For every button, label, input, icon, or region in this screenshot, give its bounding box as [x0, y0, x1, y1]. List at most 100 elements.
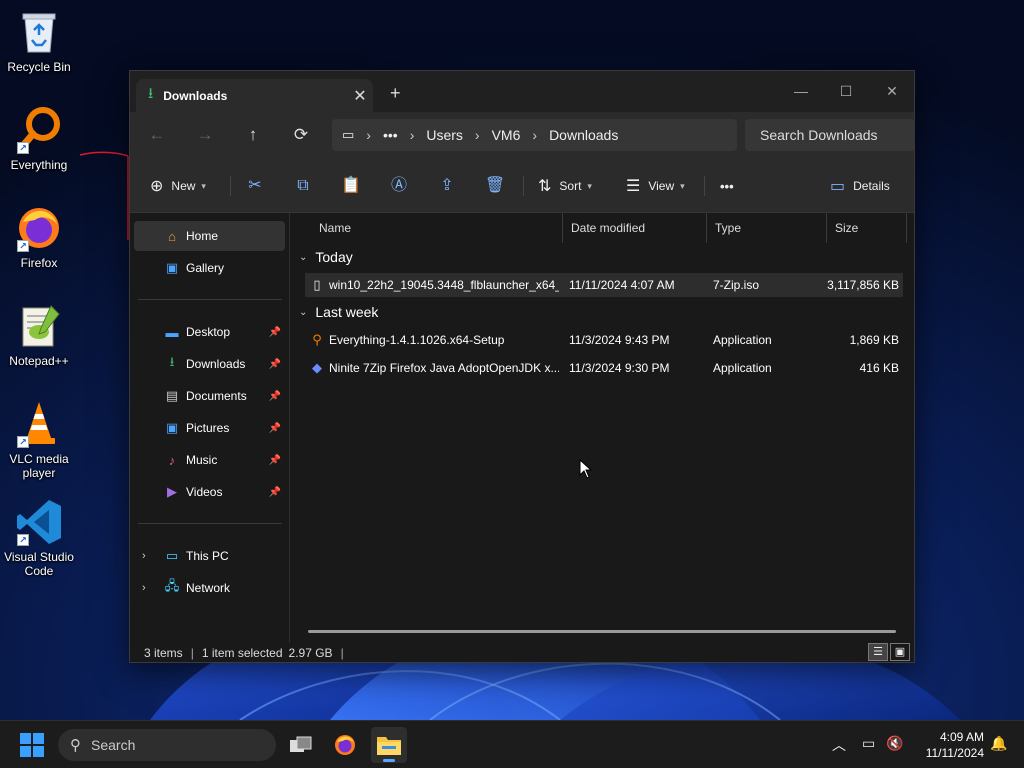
share-icon[interactable]: ⇪	[432, 172, 462, 200]
close-tab-button[interactable]: ✕	[347, 86, 373, 106]
pin-icon[interactable]: 📌	[269, 455, 281, 466]
up-button[interactable]: ↑	[238, 122, 268, 148]
desktop-icon-recycle-bin[interactable]: Recycle Bin	[0, 8, 78, 74]
nav-item-home[interactable]: ⌂ Home	[134, 221, 285, 251]
overflow-dots-icon[interactable]: •••	[383, 127, 398, 143]
new-button[interactable]: ⊕ New ▾	[150, 172, 206, 200]
pin-icon[interactable]: 📌	[269, 359, 281, 370]
notepad-plus-plus-icon	[15, 302, 63, 350]
taskbar-search[interactable]: ⚲ Search	[58, 729, 276, 761]
chevron-right-icon[interactable]: ›	[475, 127, 480, 143]
task-view-button[interactable]	[283, 727, 319, 763]
refresh-button[interactable]: ⟳	[286, 122, 316, 148]
command-bar: ⊕ New ▾ ✂ ⧉ 📋 Ⓐ ⇪ 🗑 ⇅ Sort ▾ ☰ View ▾ ••…	[130, 158, 914, 213]
breadcrumb[interactable]: ▭ › ••• › Users › VM6 › Downloads	[332, 119, 737, 151]
sort-icon: ⇅	[538, 178, 552, 195]
nav-item-videos[interactable]: ▶ Videos 📌	[134, 477, 285, 507]
chevron-right-icon[interactable]: ›	[142, 550, 146, 562]
breadcrumb-downloads[interactable]: Downloads	[549, 127, 618, 143]
taskbar-firefox[interactable]	[327, 727, 363, 763]
back-button[interactable]: ←	[142, 122, 172, 148]
maximize-button[interactable]: ☐	[823, 77, 869, 105]
see-more-button[interactable]: •••	[720, 172, 734, 200]
file-size: 1,869 KB	[849, 333, 899, 347]
shortcut-arrow-icon: ↗	[17, 142, 29, 154]
file-row[interactable]: ◆ Ninite 7Zip Firefox Java AdoptOpenJDK …	[305, 356, 903, 380]
file-row[interactable]: ⚲ Everything-1.4.1.1026.x64-Setup 11/3/2…	[305, 328, 903, 352]
nav-item-label: Documents	[186, 389, 247, 403]
desktop-icon-notepad-plus-plus[interactable]: Notepad++	[0, 302, 78, 368]
status-divider: |	[340, 646, 344, 660]
cut-icon[interactable]: ✂	[240, 172, 270, 200]
shortcut-arrow-icon: ↗	[17, 534, 29, 546]
file-date: 11/11/2024 4:07 AM	[569, 278, 675, 292]
folder-icon	[377, 737, 401, 755]
tiles-view-toggle[interactable]: ▣	[890, 643, 910, 661]
network-icon: 🖧	[164, 578, 180, 593]
breadcrumb-vm6[interactable]: VM6	[492, 127, 521, 143]
chevron-down-icon: ▾	[680, 180, 685, 191]
forward-button[interactable]: →	[190, 122, 220, 148]
view-button[interactable]: ☰ View ▾	[626, 172, 685, 200]
chevron-right-icon[interactable]: ›	[410, 127, 415, 143]
column-header-name[interactable]: Name	[311, 213, 563, 243]
chevron-down-icon: ⌄	[299, 251, 308, 263]
desktop-icon-vscode[interactable]: ↗ Visual Studio Code	[0, 498, 78, 578]
nav-item-documents[interactable]: ▤ Documents 📌	[134, 381, 285, 411]
nav-item-pictures[interactable]: ▣ Pictures 📌	[134, 413, 285, 443]
details-pane-button[interactable]: ▭ Details	[830, 172, 890, 200]
show-hidden-icons-chevron-icon[interactable]: ︿	[832, 735, 846, 755]
file-row[interactable]: ▯ win10_22h2_19045.3448_flblauncher_x64_…	[305, 273, 903, 297]
delete-icon[interactable]: 🗑	[480, 172, 510, 200]
chevron-down-icon: ▾	[587, 180, 592, 191]
pin-icon[interactable]: 📌	[269, 327, 281, 338]
new-tab-button[interactable]: +	[390, 83, 401, 104]
pin-icon[interactable]: 📌	[269, 391, 281, 402]
nav-item-gallery[interactable]: ▣ Gallery	[134, 253, 285, 283]
volume-muted-icon[interactable]: 🔇	[886, 735, 903, 752]
group-header-last-week[interactable]: ⌄ Last week	[299, 300, 378, 324]
desktop-icon-label: Visual Studio Code	[4, 550, 74, 578]
recycle-bin-icon	[15, 8, 63, 56]
minimize-button[interactable]: —	[778, 77, 824, 105]
desktop-icon-everything[interactable]: ↗ Everything	[0, 106, 78, 172]
home-icon: ⌂	[168, 228, 176, 244]
desktop-icon-label: VLC media player	[9, 452, 69, 480]
desktop-icon-vlc[interactable]: ↗ VLC media player	[0, 400, 78, 480]
nav-item-music[interactable]: ♪ Music 📌	[134, 445, 285, 475]
pin-icon[interactable]: 📌	[269, 423, 281, 434]
rename-icon[interactable]: Ⓐ	[384, 172, 414, 200]
file-name: win10_22h2_19045.3448_flblauncher_x64_..…	[329, 278, 559, 292]
details-view-toggle[interactable]: ☰	[868, 643, 888, 661]
system-clock[interactable]: 4:09 AM 11/11/2024	[916, 729, 984, 761]
desktop-icon-firefox[interactable]: ↗ Firefox	[0, 204, 78, 270]
pin-icon[interactable]: 📌	[269, 487, 281, 498]
chevron-right-icon[interactable]: ›	[532, 127, 537, 143]
network-tray-icon[interactable]: ▭	[862, 735, 875, 752]
breadcrumb-users[interactable]: Users	[426, 127, 463, 143]
sort-button[interactable]: ⇅ Sort ▾	[538, 172, 592, 200]
nav-item-desktop[interactable]: ▬ Desktop 📌	[134, 317, 285, 347]
tab-downloads[interactable]: ⭳ Downloads ✕	[136, 79, 373, 112]
search-input[interactable]	[745, 119, 915, 151]
start-button[interactable]	[20, 733, 44, 757]
column-header-type[interactable]: Type	[707, 213, 827, 243]
taskbar: ⚲ Search ︿ ▭ 🔇 4:09 AM 11/11/2024 🔔	[0, 720, 1024, 768]
group-header-today[interactable]: ⌄ Today	[299, 245, 353, 269]
desktop-icon-label: Firefox	[20, 256, 58, 270]
paste-icon[interactable]: 📋	[336, 172, 366, 200]
horizontal-scrollbar[interactable]	[308, 630, 896, 633]
nav-item-this-pc[interactable]: › ▭ This PC	[134, 541, 285, 571]
chevron-right-icon[interactable]: ›	[366, 127, 371, 143]
chevron-right-icon[interactable]: ›	[142, 582, 146, 594]
notification-bell-icon[interactable]: 🔔	[990, 735, 1007, 752]
nav-item-network[interactable]: › 🖧 Network	[134, 573, 285, 603]
this-pc-monitor-icon[interactable]: ▭	[342, 127, 354, 143]
nav-item-downloads[interactable]: ⭳ Downloads 📌	[134, 349, 285, 379]
column-header-date[interactable]: Date modified	[563, 213, 707, 243]
column-header-size[interactable]: Size	[827, 213, 907, 243]
copy-icon[interactable]: ⧉	[288, 172, 318, 200]
taskbar-file-explorer[interactable]	[371, 727, 407, 763]
close-window-button[interactable]: ✕	[869, 77, 915, 105]
title-bar[interactable]: ⭳ Downloads ✕ + — ☐ ✕	[130, 71, 914, 112]
